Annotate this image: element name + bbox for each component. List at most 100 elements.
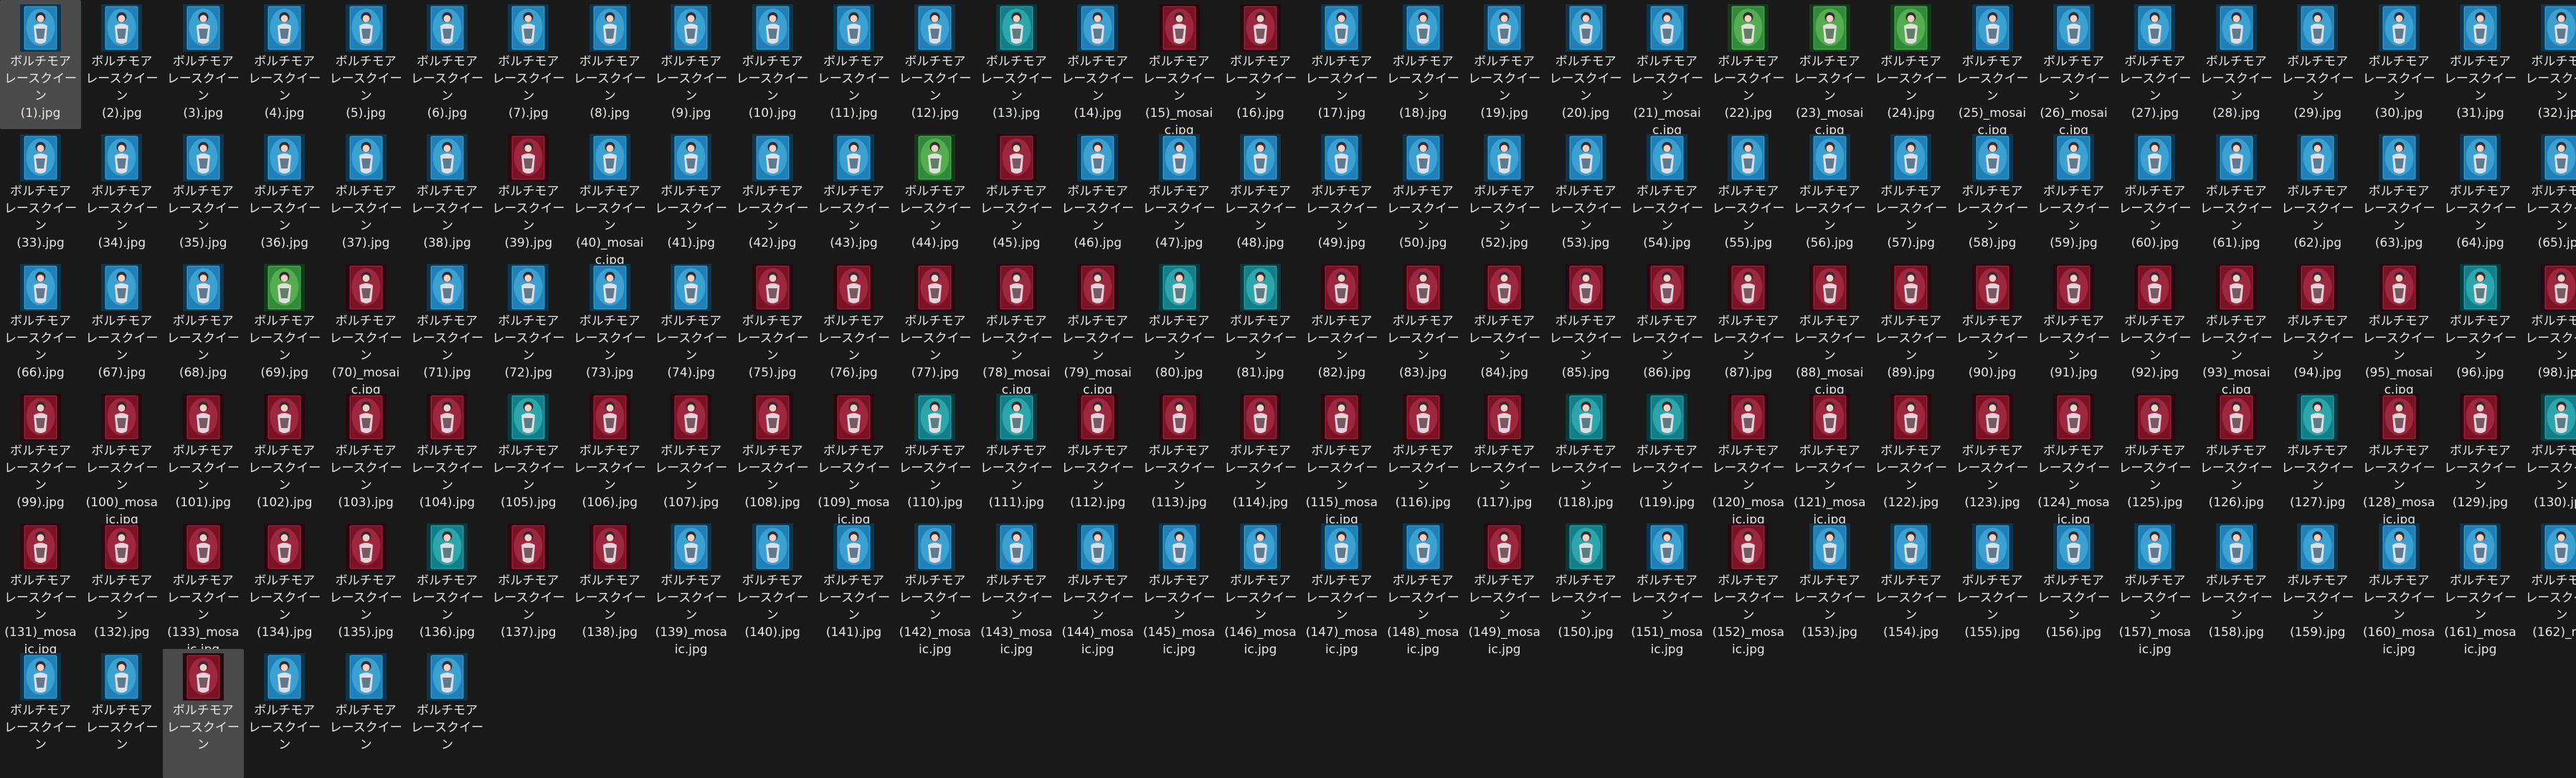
file-item[interactable]: ボルチモア レースクイーン (73).jpg [569,260,650,389]
file-item[interactable]: ボルチモアレースクイーン(130).jpg [2521,389,2576,518]
file-item[interactable]: ボルチモア レースクイーン [0,649,81,778]
file-item[interactable]: ボルチモア レースクイーン (52).jpg [1464,130,1545,259]
file-item[interactable]: ボルチモア レースクイーン (20).jpg [1545,0,1626,129]
file-item[interactable]: ボルチモア レースクイーン (155).jpg [1952,519,2033,648]
file-item[interactable]: ボルチモア レースクイーン (64).jpg [2440,130,2521,259]
file-item[interactable]: ボルチモア レースクイーン (134).jpg [244,519,325,648]
file-item[interactable]: ボルチモア レースクイーン (122).jpg [1870,389,1951,518]
file-item[interactable]: ボルチモア レースクイーン (15)_mosai c.jpg [1139,0,1220,138]
file-item[interactable]: ボルチモア レースクイーン (44).jpg [894,130,975,259]
file-item[interactable]: ボルチモア レースクイーン (41).jpg [650,130,731,259]
file-item[interactable]: ボルチモア レースクイーン (80).jpg [1139,260,1220,389]
file-item[interactable]: ボルチモア レースクイーン (152)_mosa ic.jpg [1708,519,1789,657]
file-item[interactable]: ボルチモア レースクイーン (93)_mosai c.jpg [2196,260,2277,397]
file-item[interactable]: ボルチモア レースクイーン (66).jpg [0,260,81,389]
file-item[interactable]: ボルチモア レースクイーン (111).jpg [976,389,1057,518]
file-item[interactable]: ボルチモア レースクイーン (148)_mosa ic.jpg [1383,519,1464,657]
file-item[interactable]: ボルチモア レースクイーン (48).jpg [1220,130,1301,259]
file-item[interactable]: ボルチモア レースクイーン (118).jpg [1545,389,1626,518]
file-item[interactable]: ボルチモア レースクイーン (18).jpg [1383,0,1464,129]
file-item[interactable]: ボルチモア レースクイーン (70)_mosai c.jpg [326,260,407,397]
file-item[interactable]: ボルチモア レースクイーン (12).jpg [894,0,975,129]
file-item[interactable]: ボルチモア レースクイーン (4).jpg [244,0,325,129]
file-item[interactable]: ボルチモア レースクイーン (76).jpg [813,260,894,389]
file-item[interactable]: ボルチモア レースクイーン (25)_mosai c.jpg [1952,0,2033,138]
file-item[interactable]: ボルチモア レースクイーン (2).jpg [81,0,162,129]
file-item[interactable]: ボルチモア レースクイーン (79)_mosai c.jpg [1057,260,1138,397]
file-item[interactable]: ボルチモア レースクイーン (38).jpg [407,130,488,259]
file-item[interactable]: ボルチモアレースクイーン(98).jpg [2521,260,2576,389]
file-item[interactable]: ボルチモア レースクイーン (50).jpg [1383,130,1464,259]
file-item[interactable]: ボルチモア レースクイーン (123).jpg [1952,389,2033,518]
file-item[interactable]: ボルチモア レースクイーン (63).jpg [2359,130,2440,259]
file-item[interactable]: ボルチモア レースクイーン (24).jpg [1870,0,1951,129]
file-item[interactable]: ボルチモア レースクイーン (55).jpg [1708,130,1789,259]
file-item[interactable]: ボルチモア レースクイーン (161)_mosa ic.jpg [2440,519,2521,657]
file-item[interactable]: ボルチモア レースクイーン (81).jpg [1220,260,1301,389]
file-item[interactable]: ボルチモア レースクイーン (58).jpg [1952,130,2033,259]
file-item[interactable]: ボルチモア レースクイーン (40)_mosai c.jpg [569,130,650,267]
file-item[interactable]: ボルチモア レースクイーン (45).jpg [976,130,1057,259]
file-item[interactable]: ボルチモアレースクイーン(133)_mosaic.jpg [163,519,244,657]
file-item[interactable]: ボルチモア レースクイーン (124)_mosa ic.jpg [2033,389,2114,527]
file-item[interactable]: ボルチモア レースクイーン (129).jpg [2440,389,2521,518]
file-item[interactable]: ボルチモア レースクイーン (132).jpg [81,519,162,648]
file-item[interactable]: ボルチモア レースクイーン (139)_mosa ic.jpg [650,519,731,657]
file-item[interactable]: ボルチモア レースクイーン (112).jpg [1057,389,1138,518]
file-item[interactable]: ボルチモア レースクイーン (84).jpg [1464,260,1545,389]
file-item[interactable]: ボルチモア レースクイーン (113).jpg [1139,389,1220,518]
file-item[interactable]: ボルチモア レースクイーン (95)_mosai c.jpg [2359,260,2440,397]
file-item[interactable]: ボルチモア レースクイーン (157)_mosa ic.jpg [2114,519,2195,657]
file-item[interactable]: ボルチモア レースクイーン (43).jpg [813,130,894,259]
file-item[interactable]: ボルチモア レースクイーン [162,649,244,778]
file-item[interactable]: ボルチモア レースクイーン (92).jpg [2114,260,2195,389]
file-item[interactable]: ボルチモア レースクイーン (121)_mosa ic.jpg [1789,389,1870,527]
file-item[interactable]: ボルチモア レースクイーン (67).jpg [81,260,162,389]
file-item[interactable]: ボルチモア レースクイーン (37).jpg [326,130,407,259]
file-item[interactable]: ボルチモア レースクイーン (150).jpg [1545,519,1626,648]
file-item[interactable]: ボルチモア レースクイーン (54).jpg [1626,130,1708,259]
file-item[interactable]: ボルチモア レースクイーン (99).jpg [0,389,81,518]
file-item[interactable]: ボルチモア レースクイーン (135).jpg [326,519,407,648]
file-item[interactable]: ボルチモア レースクイーン (60).jpg [2114,130,2195,259]
file-item[interactable]: ボルチモア レースクイーン (75).jpg [732,260,813,389]
file-item[interactable]: ボルチモア レースクイーン (109)_mosa ic.jpg [813,389,894,527]
file-item[interactable]: ボルチモア レースクイーン (21)_mosai c.jpg [1626,0,1708,138]
file-item[interactable]: ボルチモア レースクイーン (119).jpg [1626,389,1708,518]
file-item[interactable]: ボルチモア レースクイーン (114).jpg [1220,389,1301,518]
file-item[interactable]: ボルチモア レースクイーン (143)_mosa ic.jpg [976,519,1057,657]
file-item[interactable]: ボルチモア レースクイーン (17).jpg [1301,0,1382,129]
file-item[interactable]: ボルチモア レースクイーン (125).jpg [2114,389,2195,518]
file-item[interactable]: ボルチモア レースクイーン (57).jpg [1870,130,1951,259]
file-item[interactable]: ボルチモア レースクイーン [81,649,162,778]
file-item[interactable]: ボルチモア レースクイーン (49).jpg [1301,130,1382,259]
file-item[interactable]: ボルチモア レースクイーン (72).jpg [488,260,569,389]
file-item[interactable]: ボルチモア レースクイーン (136).jpg [407,519,488,648]
file-item[interactable]: ボルチモア レースクイーン (8).jpg [569,0,650,129]
file-item[interactable]: ボルチモア レースクイーン (85).jpg [1545,260,1626,389]
file-item[interactable]: ボルチモアレースクイーン(65).jpg [2521,130,2576,259]
file-item[interactable]: ボルチモア レースクイーン (11).jpg [813,0,894,129]
file-item[interactable]: ボルチモア レースクイーン (28).jpg [2196,0,2277,129]
file-item[interactable]: ボルチモア レースクイーン (9).jpg [650,0,731,129]
file-item[interactable]: ボルチモア レースクイーン (137).jpg [488,519,569,648]
file-item[interactable]: ボルチモア レースクイーン (19).jpg [1464,0,1545,129]
file-item[interactable]: ボルチモア レースクイーン (110).jpg [894,389,975,518]
file-item[interactable]: ボルチモア レースクイーン (101).jpg [163,389,244,518]
file-item[interactable]: ボルチモア レースクイーン (47).jpg [1139,130,1220,259]
file-item[interactable]: ボルチモア レースクイーン (59).jpg [2033,130,2114,259]
file-item[interactable]: ボルチモア レースクイーン (6).jpg [407,0,488,129]
file-item[interactable]: ボルチモア レースクイーン (96).jpg [2440,260,2521,389]
file-item[interactable]: ボルチモア レースクイーン (127).jpg [2277,389,2358,518]
file-item[interactable]: ボルチモア レースクイーン (16).jpg [1220,0,1301,129]
file-item[interactable]: ボルチモア レースクイーン (138).jpg [569,519,650,648]
file-item[interactable]: ボルチモア レースクイーン (154).jpg [1870,519,1951,648]
file-item[interactable]: ボルチモア レースクイーン (82).jpg [1301,260,1382,389]
file-item[interactable]: ボルチモア レースクイーン [326,649,407,778]
file-item[interactable]: ボルチモア レースクイーン (22).jpg [1708,0,1789,129]
file-item[interactable]: ボルチモア レースクイーン (131)_mosa ic.jpg [0,519,81,657]
file-item[interactable]: ボルチモア レースクイーン (91).jpg [2033,260,2114,389]
file-item[interactable]: ボルチモア レースクイーン (146)_mosa ic.jpg [1220,519,1301,657]
file-item[interactable]: ボルチモア レースクイーン (35).jpg [163,130,244,259]
file-item[interactable]: ボルチモア レースクイーン (86).jpg [1626,260,1708,389]
